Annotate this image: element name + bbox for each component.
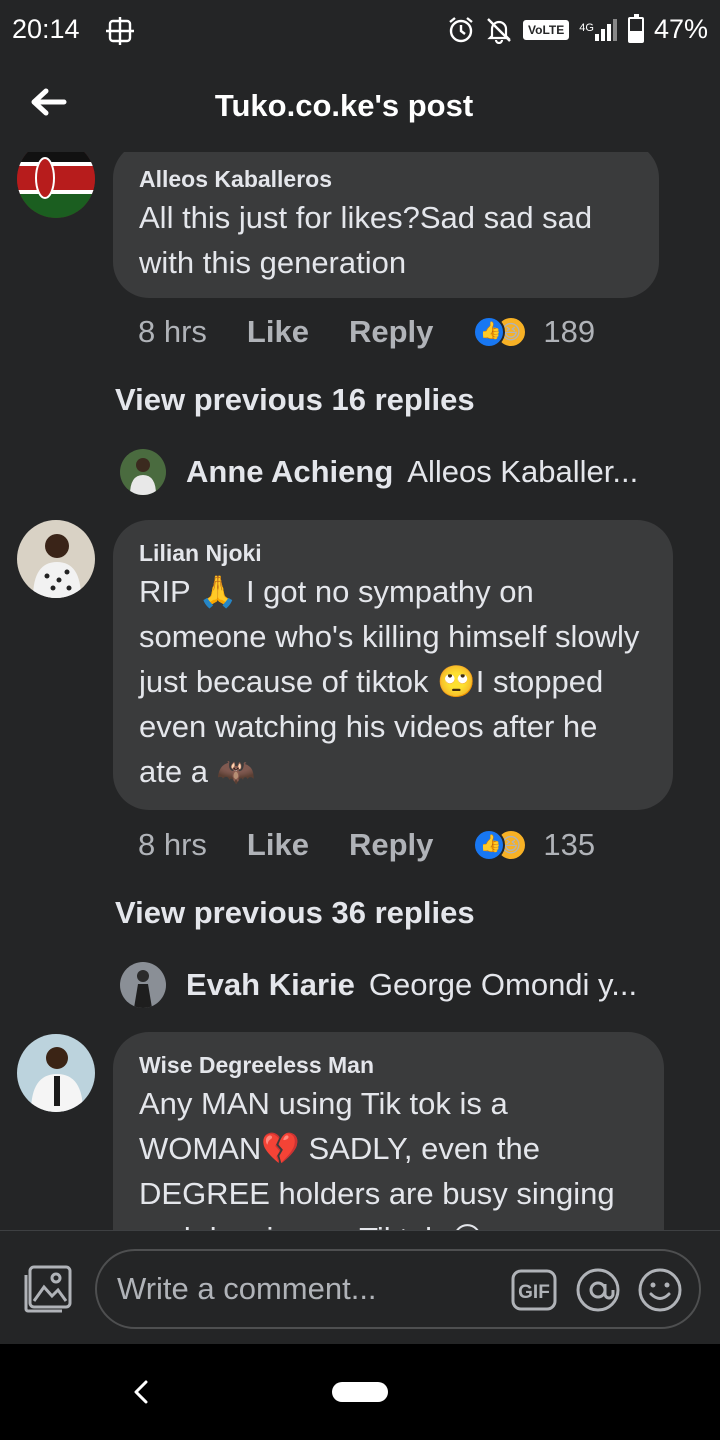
- reply-author[interactable]: Anne Achieng: [186, 454, 393, 490]
- folded-hands-emoji-icon: 🙏: [198, 574, 238, 609]
- signal-icon: 4G: [579, 18, 618, 42]
- view-previous-replies[interactable]: View previous 16 replies: [115, 382, 475, 418]
- reply-preview[interactable]: Anne Achieng Alleos Kaballer...: [120, 449, 680, 495]
- comment-author[interactable]: Alleos Kaballeros: [139, 166, 633, 193]
- nav-back-icon[interactable]: [126, 1374, 154, 1410]
- avatar[interactable]: [17, 1034, 95, 1112]
- comment-text: Any MAN using Tik tok is a WOMAN💔 SADLY,…: [139, 1081, 638, 1230]
- reactions[interactable]: [473, 316, 528, 348]
- comment-author[interactable]: Lilian Njoki: [139, 540, 647, 567]
- reaction-count: 135: [543, 827, 596, 862]
- reply-author[interactable]: Evah Kiarie: [186, 967, 355, 1003]
- eye-roll-emoji-icon: 🙄: [437, 664, 476, 699]
- comment-bubble[interactable]: Alleos Kaballeros All this just for like…: [113, 152, 659, 298]
- status-icons: VoLTE 4G 47%: [447, 13, 708, 45]
- vpn-icon: [106, 17, 134, 45]
- gif-button[interactable]: GIF: [511, 1269, 557, 1311]
- comment-time: 8 hrs: [138, 314, 207, 349]
- comment-composer: GIF: [0, 1230, 720, 1344]
- reply-text: George Omondi y...: [368, 967, 638, 1002]
- reply-text: Alleos Kaballer...: [407, 454, 639, 489]
- person-avatar-icon: [120, 962, 166, 1008]
- comments-list[interactable]: Alleos Kaballeros All this just for like…: [0, 152, 720, 1230]
- avatar: [120, 449, 166, 495]
- avatar[interactable]: [17, 520, 95, 598]
- emoji-icon[interactable]: [637, 1267, 683, 1313]
- reply-button[interactable]: Reply: [349, 827, 433, 863]
- person-avatar-icon: [120, 449, 166, 495]
- comment-input[interactable]: [117, 1269, 497, 1309]
- system-nav-bar: [0, 1344, 720, 1440]
- page-title: Tuko.co.ke's post: [214, 88, 474, 123]
- reactions[interactable]: [473, 829, 528, 861]
- comment-box[interactable]: GIF: [95, 1249, 701, 1329]
- view-previous-replies[interactable]: View previous 36 replies: [115, 895, 475, 931]
- like-button[interactable]: Like: [247, 314, 309, 350]
- notifications-off-icon: [487, 17, 511, 44]
- avatar[interactable]: [17, 152, 95, 218]
- reply-button[interactable]: Reply: [349, 314, 433, 350]
- reply-preview[interactable]: Evah Kiarie George Omondi y...: [120, 962, 680, 1008]
- mention-icon[interactable]: [575, 1267, 621, 1313]
- comment-text: All this just for likes?Sad sad sad with…: [139, 200, 593, 280]
- comment-bubble[interactable]: Lilian Njoki RIP 🙏 I got no sympathy on …: [113, 520, 673, 810]
- nav-home-button[interactable]: [332, 1382, 388, 1402]
- alarm-icon: [449, 16, 473, 42]
- person-avatar-icon: [17, 520, 95, 598]
- comment-text: RIP 🙏 I got no sympathy on someone who's…: [139, 574, 640, 789]
- person-avatar-icon: [17, 1034, 95, 1112]
- comment-bubble[interactable]: Wise Degreeless Man Any MAN using Tik to…: [113, 1032, 664, 1230]
- comment-author[interactable]: Wise Degreeless Man: [139, 1052, 638, 1079]
- battery-icon: [627, 13, 644, 43]
- gif-label: GIF: [518, 1282, 550, 1303]
- bat-emoji-icon: 🦇: [216, 754, 256, 789]
- comment-time: 8 hrs: [138, 827, 207, 862]
- laughing-emoji-icon: 😂: [449, 1221, 485, 1230]
- reaction-count: 189: [543, 314, 596, 349]
- photo-icon[interactable]: [22, 1263, 74, 1315]
- status-bar: 20:14 VoLTE 4G 47%: [0, 0, 720, 62]
- battery-percent: 47%: [653, 14, 708, 44]
- kenya-flag-avatar-icon: [17, 152, 95, 218]
- network-type: 4G: [579, 21, 594, 34]
- avatar: [120, 962, 166, 1008]
- signal-bars-icon: [594, 18, 617, 41]
- comment-actions: 8 hrs Like Reply 135: [138, 825, 595, 865]
- comment-actions: 8 hrs Like Reply 189: [138, 312, 595, 352]
- post-header: Tuko.co.ke's post: [0, 62, 720, 152]
- broken-heart-emoji-icon: 💔: [261, 1131, 300, 1166]
- gif-icon: GIF: [511, 1269, 557, 1311]
- volte-badge: VoLTE: [523, 19, 570, 40]
- like-button[interactable]: Like: [247, 827, 309, 863]
- status-time: 20:14: [12, 14, 80, 44]
